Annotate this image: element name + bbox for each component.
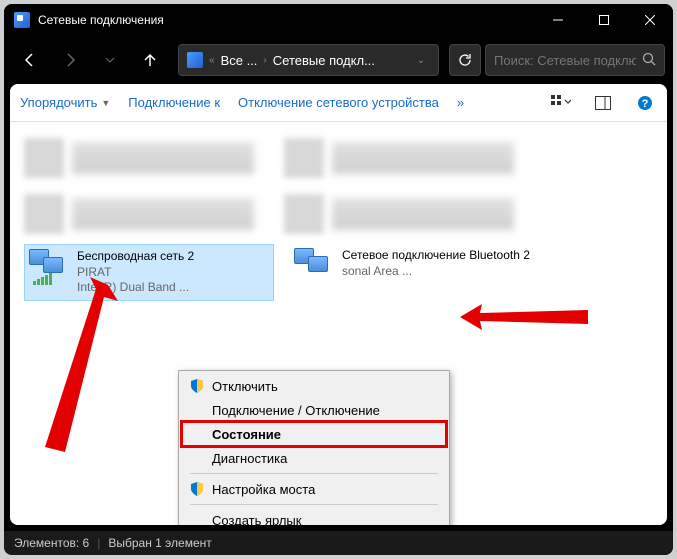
address-dropdown[interactable]: ⌄ [412, 55, 430, 66]
blurred-connections-row [24, 192, 653, 236]
menu-bridge[interactable]: Настройка моста [182, 477, 446, 501]
network-adapter-icon [294, 248, 334, 284]
menu-label: Настройка моста [212, 482, 315, 497]
menu-shortcut[interactable]: Создать ярлык [182, 508, 446, 525]
titlebar: Сетевые подключения [4, 4, 673, 36]
status-bar: Элементов: 6 | Выбран 1 элемент [4, 531, 673, 555]
close-icon [645, 15, 655, 25]
back-button[interactable] [12, 42, 48, 78]
up-button[interactable] [132, 42, 168, 78]
connect-label: Подключение к [128, 95, 220, 110]
connect-to-button[interactable]: Подключение к [128, 95, 220, 110]
blurred-connections-row [24, 136, 653, 180]
close-button[interactable] [627, 4, 673, 36]
command-bar: Упорядочить ▼ Подключение к Отключение с… [10, 84, 667, 122]
menu-connect-disconnect[interactable]: Подключение / Отключение [182, 398, 446, 422]
shield-icon [189, 378, 205, 394]
connection-text: Сетевое подключение Bluetooth 2 sonal Ar… [342, 248, 530, 279]
connection-name: Беспроводная сеть 2 [77, 249, 194, 265]
menu-status[interactable]: Состояние [182, 422, 446, 446]
view-options-button[interactable] [549, 95, 573, 111]
window-title: Сетевые подключения [38, 13, 164, 27]
address-bar[interactable]: « Все ... › Сетевые подкл... ⌄ [178, 44, 439, 76]
chevron-down-icon [105, 55, 115, 65]
preview-pane-button[interactable] [591, 96, 615, 110]
minimize-icon [553, 15, 563, 25]
refresh-button[interactable] [449, 44, 481, 76]
view-grid-icon [551, 95, 571, 111]
menu-separator [190, 504, 438, 505]
svg-text:?: ? [642, 98, 649, 110]
help-icon: ? [637, 95, 653, 111]
search-box[interactable] [485, 44, 665, 76]
app-icon [14, 12, 30, 28]
connection-adapter: sonal Area ... [342, 264, 530, 280]
disable-label: Отключение сетевого устройства [238, 95, 439, 110]
menu-label: Отключить [212, 379, 278, 394]
maximize-button[interactable] [581, 4, 627, 36]
menu-diagnostics[interactable]: Диагностика [182, 446, 446, 470]
search-input[interactable] [494, 53, 636, 68]
breadcrumb-prefix: « [209, 55, 215, 66]
breadcrumb-separator: › [263, 55, 266, 66]
menu-label: Диагностика [212, 451, 287, 466]
explorer-frame: Упорядочить ▼ Подключение к Отключение с… [10, 84, 667, 525]
menu-disable[interactable]: Отключить [182, 374, 446, 398]
menu-label: Создать ярлык [212, 513, 301, 526]
refresh-icon [458, 53, 472, 67]
shield-icon [189, 481, 205, 497]
window: Сетевые подключения « Все ... › С [4, 4, 673, 555]
search-icon[interactable] [642, 52, 656, 69]
arrow-left-icon [22, 52, 38, 68]
arrow-up-icon [142, 52, 158, 68]
breadcrumb-item[interactable]: Сетевые подкл... [273, 53, 375, 68]
status-selected-count: Выбран 1 элемент [108, 536, 211, 550]
status-separator: | [97, 536, 100, 550]
help-button[interactable]: ? [633, 95, 657, 111]
chevron-down-icon: ▼ [101, 98, 110, 108]
connection-name: Сетевое подключение Bluetooth 2 [342, 248, 530, 264]
recent-dropdown[interactable] [92, 42, 128, 78]
location-icon [187, 52, 203, 68]
connection-bluetooth[interactable]: Сетевое подключение Bluetooth 2 sonal Ar… [290, 244, 540, 288]
status-elements-count: Элементов: 6 [14, 536, 89, 550]
more-label: » [457, 95, 464, 110]
list-item[interactable] [24, 192, 254, 236]
maximize-icon [599, 15, 609, 25]
list-item[interactable] [24, 136, 254, 180]
arrow-right-icon [62, 52, 78, 68]
context-menu: Отключить Подключение / Отключение Состо… [178, 370, 450, 525]
list-item[interactable] [284, 192, 514, 236]
menu-label: Состояние [212, 427, 281, 442]
breadcrumb-item[interactable]: Все ... [221, 53, 258, 68]
content-area: Беспроводная сеть 2 PIRAT Intel(R) Dual … [10, 122, 667, 525]
organize-menu[interactable]: Упорядочить ▼ [20, 95, 110, 110]
organize-label: Упорядочить [20, 95, 97, 110]
preview-pane-icon [595, 96, 611, 110]
menu-label: Подключение / Отключение [212, 403, 380, 418]
forward-button[interactable] [52, 42, 88, 78]
more-commands[interactable]: » [457, 95, 464, 110]
list-item[interactable] [284, 136, 514, 180]
navigation-bar: « Все ... › Сетевые подкл... ⌄ [4, 36, 673, 84]
menu-separator [190, 473, 438, 474]
minimize-button[interactable] [535, 4, 581, 36]
disable-device-button[interactable]: Отключение сетевого устройства [238, 95, 439, 110]
annotation-arrow-right [450, 302, 590, 332]
annotation-arrow-left [30, 277, 120, 457]
